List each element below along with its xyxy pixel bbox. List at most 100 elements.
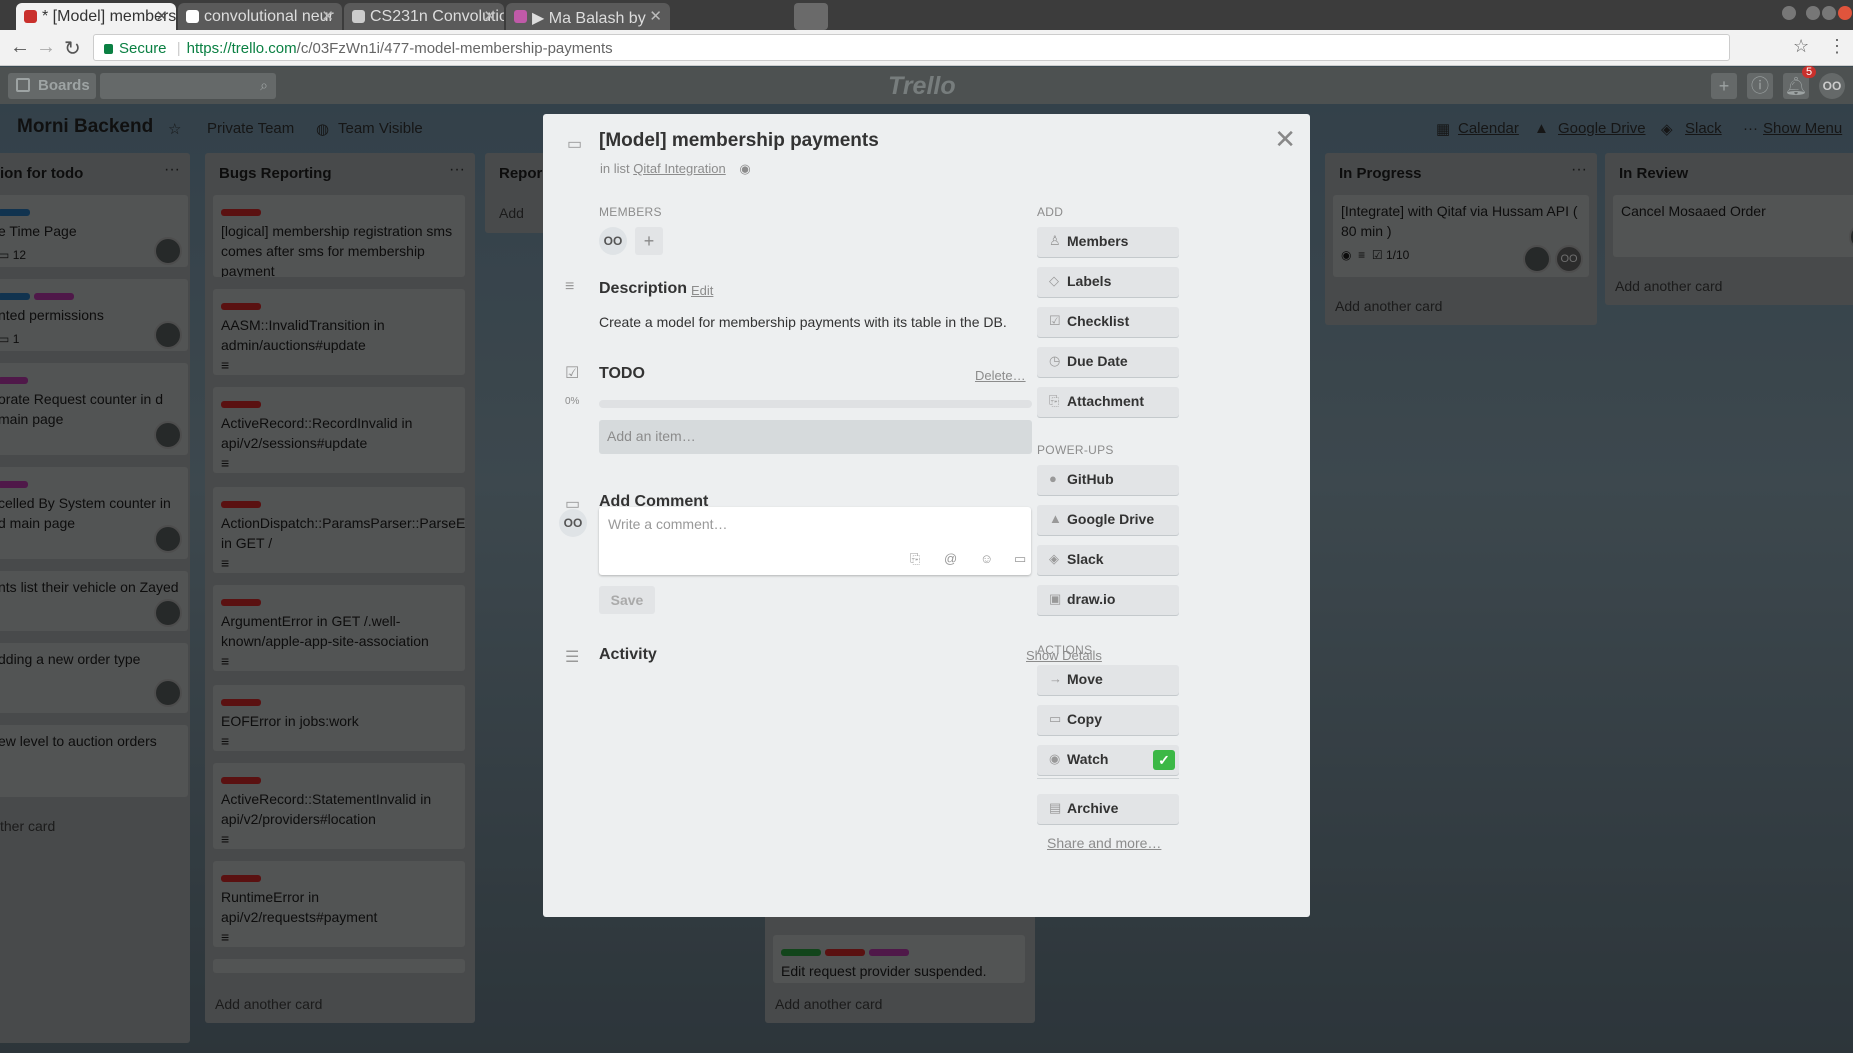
button-label: Copy xyxy=(1067,711,1102,727)
list-name-link[interactable]: Qitaf Integration xyxy=(633,161,726,176)
boards-icon xyxy=(16,78,30,92)
powerups-heading: Power-Ups xyxy=(1037,443,1114,457)
add-heading: Add xyxy=(1037,205,1064,219)
paperclip-icon: ⎘ xyxy=(1049,393,1060,408)
activity-icon: ☰ xyxy=(565,649,580,666)
share-and-more-link[interactable]: Share and more… xyxy=(1047,835,1161,851)
close-icon[interactable]: ✕ xyxy=(1274,124,1296,155)
archive-button[interactable]: ▤ Archive xyxy=(1037,794,1179,824)
document-favicon-icon xyxy=(352,10,365,23)
checklist-icon: ☑ xyxy=(1049,313,1061,328)
slack-icon: ◈ xyxy=(1049,551,1059,566)
tab-title: ▶ Ma Balash by xyxy=(532,10,646,27)
move-button[interactable]: → Move xyxy=(1037,665,1179,695)
boards-button[interactable]: Boards xyxy=(8,73,96,99)
arrow-right-icon: → xyxy=(1049,671,1062,686)
checklist-button[interactable]: ☑ Checklist xyxy=(1037,307,1179,337)
browser-tab-bar: * [Model] members ✕ convolutional neur ✕… xyxy=(0,0,1853,30)
button-label: Due Date xyxy=(1067,353,1128,369)
labels-button[interactable]: ◇ Labels xyxy=(1037,267,1179,297)
profile-icon[interactable] xyxy=(1782,6,1796,20)
emoji-icon[interactable]: ☺ xyxy=(980,551,993,566)
address-bar[interactable]: Secure | https://trello.com/c/03FzWn1i/47… xyxy=(93,34,1730,61)
tab-google-search[interactable]: convolutional neur ✕ xyxy=(178,3,342,30)
close-window-icon[interactable] xyxy=(1838,6,1852,20)
button-label: Checklist xyxy=(1067,313,1130,329)
description-icon: ≡ xyxy=(565,278,575,295)
button-label: draw.io xyxy=(1067,591,1116,607)
button-label: Labels xyxy=(1067,273,1112,289)
back-arrow-icon[interactable]: ← xyxy=(10,36,30,59)
checklist-icon: ☑ xyxy=(565,365,580,382)
new-tab-button[interactable] xyxy=(794,3,828,30)
github-icon: ● xyxy=(1049,471,1057,486)
drawio-icon: ▣ xyxy=(1049,591,1062,606)
watch-checkmark-icon: ✓ xyxy=(1153,750,1175,770)
drawio-button[interactable]: ▣ draw.io xyxy=(1037,585,1179,615)
tab-music[interactable]: ▶ Ma Balash by ✕ xyxy=(506,3,670,30)
activity-heading: Activity xyxy=(599,646,657,663)
create-plus-icon[interactable]: + xyxy=(1711,73,1737,99)
description-heading: Description xyxy=(599,280,688,297)
commenter-avatar: OO xyxy=(559,509,587,537)
button-label: Move xyxy=(1067,671,1103,687)
comment-placeholder: Write a comment… xyxy=(608,516,728,532)
trello-logo[interactable]: Trello xyxy=(888,72,956,101)
tab-close-icon[interactable]: ✕ xyxy=(483,7,496,25)
tab-close-icon[interactable]: ✕ xyxy=(155,7,168,25)
github-button[interactable]: ● GitHub xyxy=(1037,465,1179,495)
forward-arrow-icon[interactable]: → xyxy=(36,36,56,59)
add-item-input[interactable]: Add an item… xyxy=(599,420,1032,454)
button-label: Google Drive xyxy=(1067,511,1155,527)
member-avatar[interactable]: OO xyxy=(599,227,627,255)
info-icon[interactable]: ⓘ xyxy=(1747,73,1773,99)
checklist-title[interactable]: TODO xyxy=(599,365,645,383)
tab-cs231n[interactable]: CS231n Convolutio ✕ xyxy=(344,3,504,30)
card-title[interactable]: [Model] membership payments xyxy=(599,130,879,152)
person-icon: ♙ xyxy=(1049,233,1061,248)
members-heading: Members xyxy=(599,205,662,219)
attachment-icon[interactable]: ⎘ xyxy=(910,551,920,567)
user-avatar[interactable]: OO xyxy=(1819,73,1845,99)
add-member-button[interactable]: + xyxy=(635,227,663,255)
mention-icon[interactable]: @ xyxy=(944,551,957,566)
copy-button[interactable]: ▭ Copy xyxy=(1037,705,1179,735)
card-detail-modal: ▭ [Model] membership payments in list Qi… xyxy=(543,114,1310,917)
comment-input[interactable]: Write a comment… ⎘ @ ☺ ▭ xyxy=(599,507,1031,575)
button-label: GitHub xyxy=(1067,471,1114,487)
google-drive-button[interactable]: ▲ Google Drive xyxy=(1037,505,1179,535)
header-search-input[interactable]: ⌕ xyxy=(100,73,276,99)
maximize-icon[interactable] xyxy=(1822,6,1836,20)
url-domain: https://trello.com xyxy=(186,40,297,57)
tab-title: convolutional neur xyxy=(204,8,334,25)
button-label: Watch xyxy=(1067,751,1109,767)
button-label: Attachment xyxy=(1067,393,1145,409)
button-label: Slack xyxy=(1067,551,1104,567)
slack-button[interactable]: ◈ Slack xyxy=(1037,545,1179,575)
description-text[interactable]: Create a model for membership payments w… xyxy=(599,314,1007,330)
delete-checklist-link[interactable]: Delete… xyxy=(975,368,1026,383)
attachment-button[interactable]: ⎘ Attachment xyxy=(1037,387,1179,417)
members-button[interactable]: ♙ Members xyxy=(1037,227,1179,257)
tab-trello-card[interactable]: * [Model] members ✕ xyxy=(16,3,176,30)
due-date-button[interactable]: ◷ Due Date xyxy=(1037,347,1179,377)
clock-icon: ◷ xyxy=(1049,353,1061,368)
button-label: Archive xyxy=(1067,800,1119,816)
progress-percent: 0% xyxy=(565,396,580,407)
secure-label: Secure xyxy=(119,40,167,57)
watching-eye-icon: ◉ xyxy=(739,161,751,176)
edit-description-link[interactable]: Edit xyxy=(691,283,713,298)
reload-icon[interactable]: ↻ xyxy=(64,36,81,61)
archive-box-icon: ▤ xyxy=(1049,800,1062,815)
actions-heading: Actions xyxy=(1037,643,1093,657)
browser-menu-icon[interactable]: ⋮ xyxy=(1828,36,1846,57)
save-comment-button[interactable]: Save xyxy=(599,586,655,614)
checklist-progress-bar xyxy=(599,400,1032,408)
tab-close-icon[interactable]: ✕ xyxy=(649,7,662,25)
bookmark-star-icon[interactable]: ☆ xyxy=(1793,36,1809,57)
music-favicon-icon xyxy=(514,10,527,23)
minimize-icon[interactable] xyxy=(1806,6,1820,20)
tab-close-icon[interactable]: ✕ xyxy=(321,7,334,25)
card-link-icon[interactable]: ▭ xyxy=(1014,551,1026,567)
in-list-prefix: in list xyxy=(600,161,630,176)
